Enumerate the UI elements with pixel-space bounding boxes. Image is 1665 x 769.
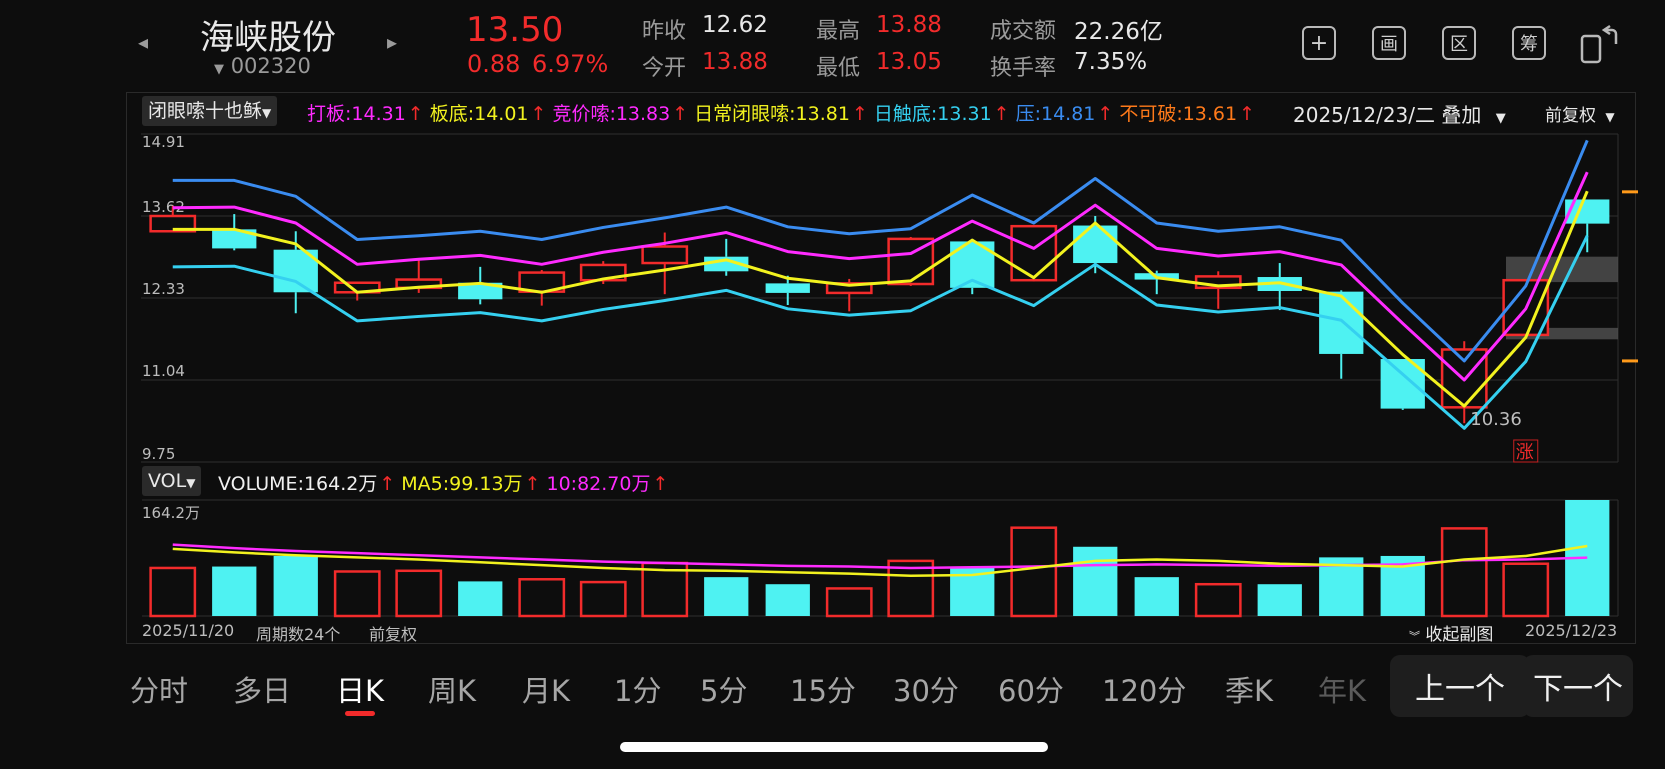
volume-ma-line [172, 544, 1588, 577]
candle-body [1010, 224, 1058, 282]
tab-5min[interactable]: 5分 [700, 668, 747, 710]
tab-120min[interactable]: 120分 [1102, 668, 1186, 710]
candle-body [641, 245, 689, 265]
indicator-line [172, 235, 1589, 430]
candlestick-chart[interactable]: 14.9113.6212.3311.049.7510.36涨 [0, 0, 1665, 769]
tab-daily-k[interactable]: 日K [336, 668, 384, 710]
low-price-label: 10.36 [1470, 409, 1522, 430]
volume-legend-item: 10:82.70万 [546, 473, 651, 495]
volume-bar [704, 577, 749, 616]
tab-30min[interactable]: 30分 [893, 668, 959, 710]
y-tick-label: 11.04 [142, 362, 185, 380]
volume-max-label: 164.2万 [142, 504, 200, 522]
adjust-mode: 前复权 [369, 625, 418, 644]
volume-bar [518, 578, 566, 618]
volume-legend: VOLUME:164.2万 ↑ MA5:99.13万 ↑ 10:82.70万 ↑ [218, 469, 674, 496]
up-arrow-icon: ↑ [379, 473, 396, 495]
candle-body [1319, 291, 1364, 354]
volume-bar [1257, 584, 1302, 616]
y-tick-label: 14.91 [142, 133, 185, 151]
volume-bar [273, 555, 318, 616]
period-count: 周期数24个 [256, 625, 341, 644]
tab-15min[interactable]: 15分 [790, 668, 856, 710]
volume-legend-item: MA5:99.13万 [401, 473, 523, 495]
tab-yearly-k[interactable]: 年K [1318, 668, 1366, 710]
tab-quarterly-k[interactable]: 季K [1225, 668, 1273, 710]
volume-bar [395, 569, 443, 618]
prev-button[interactable]: 上一个 [1390, 655, 1530, 717]
volume-bar [458, 581, 503, 616]
volume-bar [1134, 577, 1179, 616]
end-date: 2025/12/23 [1525, 621, 1618, 640]
volume-bar [149, 566, 197, 618]
volume-bar [765, 584, 810, 616]
volume-bar [1440, 527, 1488, 618]
volume-name: VOL [148, 470, 187, 492]
tab-multi-day[interactable]: 多日 [233, 668, 291, 710]
collapse-subchart-button[interactable]: ︾ 收起副图 [1409, 620, 1493, 645]
volume-bar [333, 570, 381, 618]
volume-bar [1010, 526, 1058, 618]
y-tick-label: 9.75 [142, 445, 175, 463]
up-arrow-icon: ↑ [524, 473, 541, 495]
volume-selector[interactable]: VOL▼ [142, 466, 202, 496]
candle-body [1073, 225, 1118, 264]
volume-bar [1194, 582, 1242, 618]
home-indicator [620, 742, 1048, 752]
collapse-label: 收起副图 [1425, 625, 1494, 645]
volume-bar [825, 587, 873, 618]
price-zone-band [1506, 256, 1618, 283]
tab-monthly-k[interactable]: 月K [522, 668, 570, 710]
candle-body [765, 283, 810, 293]
volume-bar [579, 580, 627, 618]
tab-intraday[interactable]: 分时 [130, 668, 188, 710]
tab-1min[interactable]: 1分 [614, 668, 661, 710]
tab-weekly-k[interactable]: 周K [428, 668, 476, 710]
caret-down-icon: ▼ [186, 476, 196, 490]
active-tab-indicator [345, 711, 375, 716]
y-tick-label: 12.33 [142, 280, 185, 298]
volume-bar [1073, 546, 1118, 616]
volume-legend-item: VOLUME:164.2万 [218, 473, 378, 495]
limit-up-label: 涨 [1516, 442, 1534, 463]
volume-bar [212, 566, 257, 616]
next-button[interactable]: 下一个 [1523, 655, 1633, 717]
up-arrow-icon: ↑ [652, 473, 669, 495]
double-chevron-down-icon: ︾ [1409, 630, 1420, 643]
tab-60min[interactable]: 60分 [998, 668, 1064, 710]
start-date: 2025/11/20 [142, 621, 235, 640]
volume-bar [1502, 562, 1550, 618]
volume-ma-line [172, 543, 1588, 570]
